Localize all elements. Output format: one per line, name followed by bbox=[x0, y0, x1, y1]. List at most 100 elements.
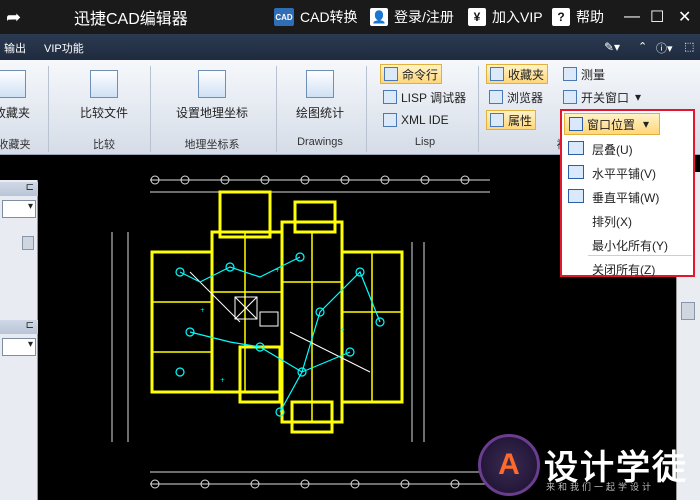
panel-scroll-thumb[interactable] bbox=[22, 236, 34, 250]
window-icon bbox=[563, 90, 577, 104]
menu-item-tile-vertical[interactable]: 垂直平铺(W) bbox=[592, 189, 659, 206]
favorites-icon bbox=[0, 70, 26, 98]
svg-text:+: + bbox=[200, 307, 205, 314]
ribbon-separator bbox=[478, 66, 479, 152]
help-icon: ? bbox=[552, 8, 570, 26]
compare-label: 比较文件 bbox=[79, 106, 128, 120]
drawing-stats-button[interactable]: 绘图统计 bbox=[290, 70, 350, 121]
watermark: A 设计学徒 来和我们一起学设计 bbox=[478, 434, 698, 498]
toggle-window-label: 开关窗口 bbox=[581, 90, 630, 105]
join-vip-button[interactable]: ¥ 加入VIP bbox=[468, 0, 543, 34]
xml-ide-button[interactable]: XML IDE bbox=[380, 110, 452, 130]
user-icon: 👤 bbox=[370, 8, 388, 26]
chevron-down-icon: ▾ bbox=[643, 117, 650, 131]
svg-text:+: + bbox=[275, 267, 280, 274]
close-button[interactable]: ✕ bbox=[678, 0, 691, 34]
browser-icon bbox=[489, 90, 503, 104]
measure-label: 测量 bbox=[581, 67, 606, 82]
set-geo-coords-button[interactable]: 设置地理坐标 bbox=[170, 70, 254, 121]
measure-button[interactable]: 测量 bbox=[560, 64, 608, 84]
browser-button[interactable]: 浏览器 bbox=[486, 87, 546, 107]
group-compare: 比较 bbox=[93, 139, 115, 151]
cad-convert-label: CAD转换 bbox=[300, 9, 358, 25]
title-bar: ➦ 迅捷CAD编辑器 CAD CAD转换 👤 登录/注册 ¥ 加入VIP ? 帮… bbox=[0, 0, 700, 34]
group-geo: 地理坐标系 bbox=[184, 139, 240, 151]
help-circle-icon[interactable]: ⓘ▾ bbox=[656, 40, 673, 56]
back-arrow-icon[interactable]: ➦ bbox=[6, 0, 21, 34]
favorites-small-label: 收藏夹 bbox=[508, 67, 545, 82]
collapse-ribbon-icon[interactable]: ⌃ bbox=[638, 40, 647, 53]
lisp-debugger-button[interactable]: LISP 调试器 bbox=[380, 87, 469, 107]
login-label: 登录/注册 bbox=[394, 9, 454, 25]
join-vip-label: 加入VIP bbox=[492, 9, 543, 25]
panel2-combo[interactable]: ▾ bbox=[2, 338, 36, 356]
favorites-label: 收藏夹 bbox=[0, 106, 30, 120]
menu-separator bbox=[588, 255, 692, 256]
ribbon-separator bbox=[276, 66, 277, 152]
help-button[interactable]: ? 帮助 bbox=[552, 0, 604, 34]
svg-text:+: + bbox=[340, 327, 345, 334]
favorites-small-button[interactable]: 收藏夹 bbox=[486, 64, 549, 84]
watermark-logo: A bbox=[478, 434, 540, 496]
menu-item-output[interactable]: 输出 bbox=[4, 40, 26, 56]
pin-icon[interactable]: ⬚ bbox=[684, 40, 694, 53]
command-icon bbox=[384, 67, 398, 81]
chevron-down-icon: ▾ bbox=[635, 90, 642, 104]
ribbon-separator bbox=[150, 66, 151, 152]
group-drawings: Drawings bbox=[297, 136, 343, 148]
menu-item-tile-horizontal[interactable]: 水平平铺(V) bbox=[592, 165, 656, 182]
menu-item-vip[interactable]: VIP功能 bbox=[44, 40, 84, 56]
ribbon-separator bbox=[366, 66, 367, 152]
panel-combo[interactable]: ▾ bbox=[2, 200, 36, 218]
compare-icon bbox=[90, 70, 118, 98]
help-label: 帮助 bbox=[576, 9, 604, 25]
svg-text:+: + bbox=[220, 377, 225, 384]
xml-ide-label: XML IDE bbox=[401, 113, 449, 127]
browser-label: 浏览器 bbox=[507, 90, 544, 105]
group-lisp: Lisp bbox=[414, 136, 436, 148]
stats-label: 绘图统计 bbox=[295, 106, 344, 120]
cascade-icon bbox=[568, 141, 584, 155]
panel-pin-icon[interactable]: ⊏ bbox=[0, 182, 38, 196]
properties-icon bbox=[490, 113, 504, 127]
geo-label: 设置地理坐标 bbox=[175, 106, 248, 120]
menu-item-close-all[interactable]: 关闭所有(Z) bbox=[592, 261, 655, 278]
xml-icon bbox=[383, 113, 397, 127]
scrollbar-thumb[interactable] bbox=[681, 302, 695, 320]
menu-bar: 输出 VIP功能 ✎▾ ⌃ ⓘ▾ ⬚ bbox=[0, 34, 700, 60]
ribbon-separator bbox=[48, 66, 49, 152]
geo-grid-icon bbox=[198, 70, 226, 98]
maximize-button[interactable]: ☐ bbox=[650, 0, 664, 34]
tile-vertical-icon bbox=[568, 189, 584, 203]
menu-item-minimize-all[interactable]: 最小化所有(Y) bbox=[592, 237, 668, 254]
stats-icon bbox=[306, 70, 334, 98]
panel2-pin-icon[interactable]: ⊏ bbox=[0, 320, 38, 334]
menu-item-arrange[interactable]: 排列(X) bbox=[592, 213, 632, 230]
star-icon bbox=[490, 67, 504, 81]
window-position-button[interactable]: 窗口位置 ▾ bbox=[564, 113, 660, 135]
command-line-label: 命令行 bbox=[402, 67, 439, 82]
toggle-window-button[interactable]: 开关窗口 ▾ bbox=[560, 87, 644, 107]
favorites-big-button[interactable]: 收藏夹 bbox=[0, 70, 32, 121]
window-position-menu: 窗口位置 ▾ 层叠(U) 水平平铺(V) 垂直平铺(W) 排列(X) 最小化所有… bbox=[560, 109, 695, 277]
app-title: 迅捷CAD编辑器 bbox=[74, 11, 188, 28]
watermark-subtitle: 来和我们一起学设计 bbox=[546, 482, 655, 492]
lisp-icon bbox=[383, 90, 397, 104]
edit-style-icon[interactable]: ✎▾ bbox=[604, 40, 620, 54]
yen-icon: ¥ bbox=[468, 8, 486, 26]
window-position-label: 窗口位置 bbox=[587, 117, 636, 132]
group-favorites: 收藏夹 bbox=[0, 139, 31, 151]
left-panel: ⊏ ▾ ⊏ ▾ bbox=[0, 180, 38, 500]
cad-convert-icon: CAD bbox=[274, 8, 294, 26]
properties-button[interactable]: 属性 bbox=[486, 110, 537, 130]
menu-item-cascade[interactable]: 层叠(U) bbox=[592, 141, 633, 158]
cad-convert-button[interactable]: CAD CAD转换 bbox=[274, 0, 358, 34]
minimize-button[interactable]: — bbox=[624, 0, 640, 34]
login-button[interactable]: 👤 登录/注册 bbox=[370, 0, 454, 34]
lisp-debugger-label: LISP 调试器 bbox=[401, 90, 467, 105]
compare-file-button[interactable]: 比较文件 bbox=[72, 70, 136, 121]
window-position-icon bbox=[569, 117, 583, 131]
command-line-button[interactable]: 命令行 bbox=[380, 64, 443, 84]
properties-label: 属性 bbox=[508, 113, 533, 128]
tile-horizontal-icon bbox=[568, 165, 584, 179]
